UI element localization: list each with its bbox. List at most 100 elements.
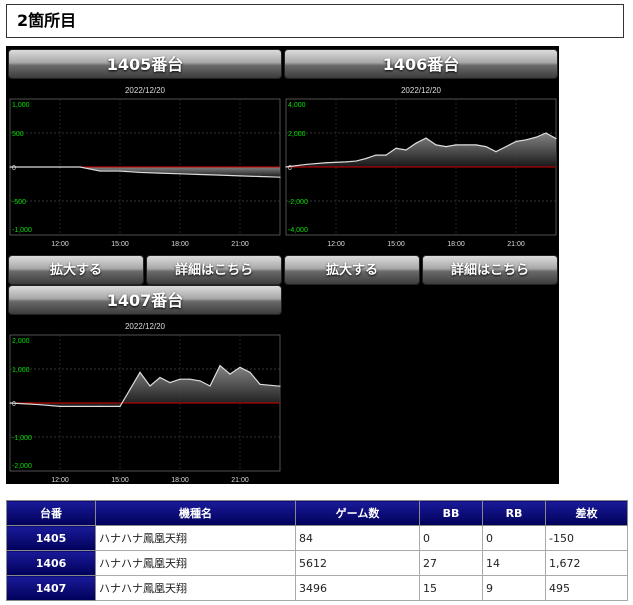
data-point (375, 154, 377, 156)
data-point (285, 166, 287, 168)
difference-cell: 495 (545, 575, 628, 601)
bb-cell: 27 (419, 550, 483, 576)
data-point (119, 405, 121, 407)
y-tick-label: 1,000 (12, 102, 30, 109)
difference-cell: 1,672 (545, 550, 628, 576)
data-point (9, 402, 11, 404)
x-tick-label: 21:00 (231, 477, 249, 484)
data-point (139, 371, 141, 373)
section-title: 2箇所目 (6, 4, 624, 38)
detail-button[interactable]: 詳細はこちら (422, 255, 558, 285)
data-point (279, 176, 281, 178)
zoom-button[interactable]: 拡大する (8, 255, 144, 285)
y-tick-label: 2,000 (288, 131, 306, 138)
table-row: 1407 ハナハナ鳳凰天翔 3496 15 9 495 (6, 575, 628, 601)
data-point (59, 405, 61, 407)
data-point (385, 154, 387, 156)
data-point (325, 162, 327, 164)
header-model-name: 機種名 (95, 500, 296, 526)
data-point (365, 157, 367, 160)
machine-graph-panel: 1405番台 2022/12/20 1,000 500 0 -500 -1,000 12:0… (6, 46, 559, 484)
data-point (99, 170, 101, 172)
data-point (209, 385, 211, 387)
data-point (355, 160, 357, 162)
x-tick-label: 18:00 (447, 241, 465, 248)
data-point (535, 136, 537, 138)
y-tick-label: 4,000 (288, 102, 306, 109)
data-point (415, 142, 417, 144)
data-point (239, 175, 241, 177)
data-point (219, 365, 221, 367)
y-tick-label: -500 (12, 199, 26, 206)
y-tick-label: -2,000 (288, 199, 308, 206)
header-machine-number: 台番 (6, 500, 96, 526)
slump-chart-1407: 2022/12/20 2,000 1,000 0 -1,000 -2,000 12:00 15… (8, 319, 282, 487)
table-row: 1405 ハナハナ鳳凰天翔 84 0 0 -150 (6, 525, 628, 551)
data-point (555, 137, 557, 140)
machine-number-cell[interactable]: 1407 (6, 575, 96, 601)
model-name-cell: ハナハナ鳳凰天翔 (95, 550, 296, 576)
slump-chart-svg: 2022/12/20 2,000 1,000 0 -1,000 -2,000 12:00 15… (9, 322, 281, 484)
game-count-cell: 84 (295, 525, 420, 551)
detail-button[interactable]: 詳細はこちら (146, 255, 282, 285)
y-tick-label: 0 (12, 401, 16, 408)
data-point (445, 146, 447, 148)
y-tick-label: -4,000 (288, 227, 308, 234)
y-tick-label: -1,000 (12, 227, 32, 234)
model-name-cell: ハナハナ鳳凰天翔 (95, 525, 296, 551)
data-point (259, 175, 261, 178)
data-point (455, 144, 457, 146)
x-tick-label: 15:00 (111, 241, 129, 248)
header-game-count: ゲーム数 (295, 500, 420, 526)
rb-cell: 0 (482, 525, 546, 551)
slump-chart-1405: 2022/12/20 1,000 500 0 -500 -1,000 12:00 15:00 1… (8, 83, 282, 251)
data-point (79, 166, 81, 168)
y-tick-label: 2,000 (12, 338, 30, 345)
machine-card-1406: 1406番台 2022/12/20 4,000 2,000 0 -2,000 -4,000… (284, 49, 558, 285)
machine-number-cell[interactable]: 1405 (6, 525, 96, 551)
chart-date-label: 2022/12/20 (125, 86, 166, 95)
data-point (525, 139, 527, 141)
y-tick-label: 0 (12, 165, 16, 172)
data-point (159, 172, 161, 174)
game-count-cell: 5612 (295, 550, 420, 576)
header-difference: 差枚 (545, 500, 628, 526)
x-tick-label: 15:00 (111, 477, 129, 484)
data-point (99, 405, 101, 407)
data-point (505, 146, 507, 148)
data-point (259, 383, 261, 385)
machine-card-1407: 1407番台 2022/12/20 2,000 1,000 0 -1,000 -2,000… (8, 285, 282, 485)
slump-chart-svg: 2022/12/204,0002,0000-2,000-4,00012:00 15… (285, 86, 557, 248)
data-point (435, 144, 437, 146)
zoom-button[interactable]: 拡大する (284, 255, 420, 285)
machine-number-cell[interactable]: 1406 (6, 550, 96, 576)
table-row: 1406 ハナハナ鳳凰天翔 5612 27 14 1,672 (6, 550, 628, 576)
data-point (149, 385, 151, 387)
x-tick-label: 15:00 (387, 241, 405, 248)
data-point (159, 376, 161, 379)
x-tick-label: 12:00 (327, 241, 345, 248)
data-point (249, 371, 251, 373)
x-tick-label: 12:00 (51, 477, 69, 484)
data-point (9, 166, 11, 168)
bb-cell: 15 (419, 575, 483, 601)
data-point (485, 146, 487, 148)
data-point (495, 151, 497, 153)
machine-card-1405: 1405番台 2022/12/20 1,000 500 0 -500 -1,000 12:0… (8, 49, 282, 285)
header-bb: BB (419, 500, 483, 526)
chart-date-label: 2022/12/20 (401, 86, 442, 95)
x-tick-label: 21:00 (507, 241, 525, 248)
x-tick-label: 18:00 (171, 477, 189, 484)
header-rb: RB (482, 500, 546, 526)
machine-title-button[interactable]: 1407番台 (8, 285, 282, 315)
machine-title-button[interactable]: 1406番台 (284, 49, 558, 79)
data-point (179, 173, 181, 175)
data-point (179, 378, 181, 380)
machine-title-button[interactable]: 1405番台 (8, 49, 282, 79)
data-point (119, 170, 121, 172)
machine-data-table: 台番 機種名 ゲーム数 BB RB 差枚 1405 ハナハナ鳳凰天翔 84 0 … (6, 500, 628, 601)
data-point (199, 173, 201, 176)
y-tick-label: -1,000 (12, 435, 32, 442)
data-point (39, 404, 41, 406)
bb-cell: 0 (419, 525, 483, 551)
